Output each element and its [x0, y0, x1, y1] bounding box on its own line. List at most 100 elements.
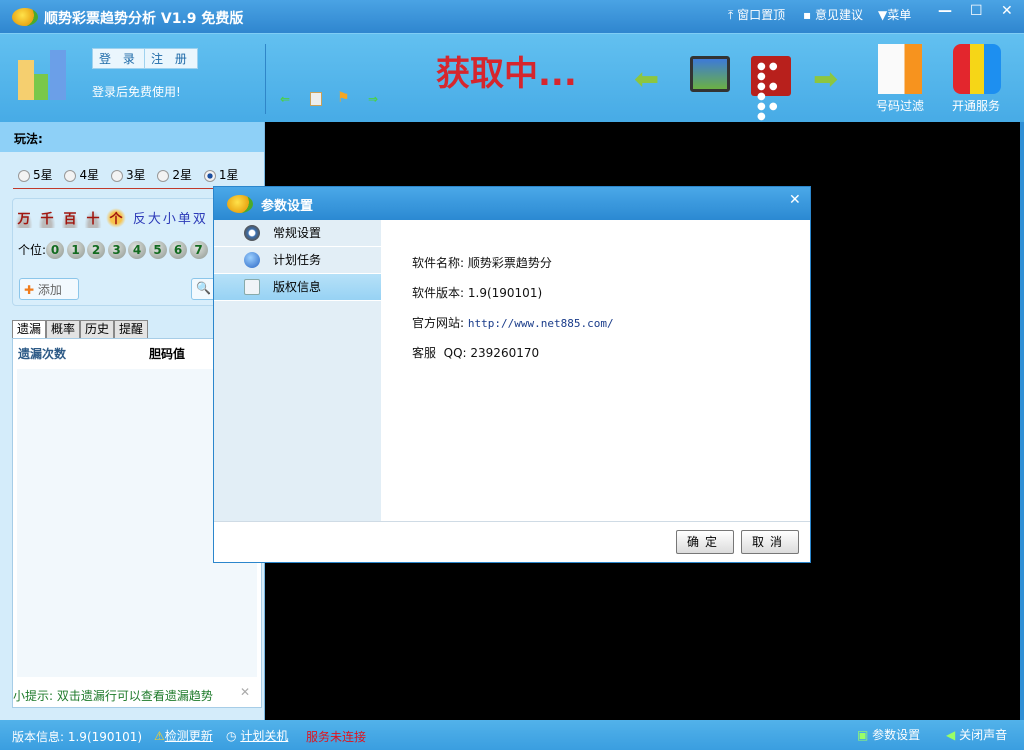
register-button[interactable]: 注 册 — [144, 48, 198, 69]
dialog-header: 参数设置 ✕ — [214, 187, 810, 220]
feedback-label: 意见建议 — [814, 8, 863, 22]
radio-4-star[interactable]: 4星 — [64, 168, 99, 182]
login-button[interactable]: 登 录 — [92, 48, 146, 69]
login-hint: 登录后免费使用! — [92, 85, 181, 99]
radio-3-star[interactable]: 3星 — [110, 168, 146, 182]
close-tip-icon[interactable]: ✕ — [240, 685, 250, 699]
flag-icon[interactable]: ⚑ — [337, 90, 350, 106]
official-site: 官方网站: http://www.net885.com/ — [412, 316, 614, 330]
status-bar: 版本信息: 1.9(190101) ⚠检测更新 ◷ 计划关机 服务未连接 ▣ 参… — [0, 720, 1024, 750]
digit-ball[interactable]: 5 — [148, 241, 167, 259]
digit-ball[interactable]: 0 — [46, 241, 65, 259]
software-name: 软件名称: 顺势彩票趋势分 — [412, 256, 552, 270]
number-filter-button[interactable]: 号码过滤 — [876, 97, 924, 114]
filter-options[interactable]: 反大小单双 — [133, 212, 208, 227]
comment-icon: ▪ — [803, 8, 812, 22]
chevron-down-icon: ▼ — [878, 8, 888, 22]
star-options: 5星 4星 3星 2星 1星 — [18, 166, 239, 183]
nav-copyright-info[interactable]: 版权信息 — [214, 274, 381, 301]
menu-label: 菜单 — [887, 8, 912, 22]
position-row: 万千百十个 反大小单双 — [14, 208, 208, 228]
open-service-button[interactable]: 开通服务 — [952, 97, 1000, 114]
check-update-link[interactable]: ⚠检测更新 — [154, 727, 213, 744]
digit-ball[interactable]: 4 — [128, 241, 147, 259]
next-arrow-icon[interactable]: ⇒ — [368, 92, 378, 106]
dialog-footer: 确定 取消 — [214, 521, 810, 562]
close-button[interactable]: ✕ — [1001, 3, 1013, 19]
support-qq: 客服 QQ: 239260170 — [412, 346, 540, 360]
site-link[interactable]: http://www.net885.com/ — [468, 317, 614, 330]
nav-label: 常规设置 — [273, 226, 322, 240]
digit-ball[interactable]: 1 — [66, 241, 85, 259]
service-bars-icon[interactable] — [953, 44, 1001, 94]
loading-text: 获取中... — [436, 54, 577, 94]
trash-icon[interactable] — [310, 92, 322, 106]
digit-ball[interactable]: 6 — [169, 241, 188, 259]
speaker-icon: ◀ — [946, 728, 956, 742]
digit-label: 个位: — [18, 243, 47, 257]
card-icon — [244, 279, 260, 295]
monitor-icon: ▣ — [857, 728, 869, 742]
search-icon: 🔍 — [196, 281, 211, 295]
monitor-icon[interactable] — [690, 56, 730, 92]
dialog-nav: 常规设置 计划任务 版权信息 — [214, 220, 381, 521]
warning-icon: ⚠ — [154, 729, 165, 743]
tab-omission[interactable]: 遗漏 — [12, 320, 47, 338]
clock-icon: ◷ — [226, 729, 237, 743]
column-omission-count[interactable]: 遗漏次数 — [18, 345, 66, 362]
position-qian[interactable]: 千 — [37, 208, 57, 228]
plus-icon: ✚ — [24, 283, 35, 297]
maximize-button[interactable]: ☐ — [970, 3, 983, 19]
digit-ball[interactable]: 3 — [107, 241, 126, 259]
digit-ball[interactable]: 7 — [189, 241, 208, 259]
add-label: 添加 — [37, 283, 62, 297]
nav-general-settings[interactable]: 常规设置 — [214, 220, 381, 247]
window-title: 顺势彩票趋势分析 V1.9 免费版 — [44, 11, 244, 27]
radio-5-star[interactable]: 5星 — [18, 168, 53, 182]
back-arrow-icon[interactable]: ⬅ — [634, 62, 659, 97]
forward-arrow-icon[interactable]: ➡ — [813, 62, 838, 97]
settings-link[interactable]: ▣ 参数设置 — [857, 726, 920, 743]
feedback-button[interactable]: ▪ 意见建议 — [803, 6, 863, 23]
nav-scheduled-tasks[interactable]: 计划任务 — [214, 247, 381, 274]
dialog-close-button[interactable]: ✕ — [789, 192, 801, 208]
balls-grid-icon[interactable]: ● ● ● ● ● ● ● ● ● — [751, 56, 791, 122]
schedule-shutdown-link[interactable]: ◷ 计划关机 — [226, 727, 288, 744]
tab-probability[interactable]: 概率 — [46, 320, 81, 338]
digit-ball[interactable]: 2 — [87, 241, 106, 259]
tab-reminder[interactable]: 提醒 — [114, 320, 149, 338]
gear-icon — [244, 225, 260, 241]
radio-2-star[interactable]: 2星 — [157, 168, 192, 182]
clock-icon — [244, 252, 260, 268]
minimize-button[interactable]: — — [938, 3, 952, 19]
ok-button[interactable]: 确定 — [676, 530, 734, 554]
position-bai[interactable]: 百 — [60, 208, 80, 228]
version-info: 版本信息: 1.9(190101) — [12, 730, 143, 744]
settings-dialog: 参数设置 ✕ 常规设置 计划任务 版权信息 软件名称: 顺势彩票趋势分 软件版本… — [213, 186, 811, 563]
tabs: 遗漏 概率 历史 提醒 — [12, 320, 149, 338]
menu-button[interactable]: ▼菜单 — [878, 6, 911, 23]
position-wan[interactable]: 万 — [14, 208, 34, 228]
chart-logo-icon — [16, 48, 76, 108]
title-bar: 顺势彩票趋势分析 V1.9 免费版 ⤒ 窗口置顶 ▪ 意见建议 ▼菜单 — ☐ … — [0, 0, 1024, 33]
app-logo-icon — [12, 8, 38, 26]
tip-text: 小提示: 双击遗漏行可以查看遗漏趋势 — [13, 689, 213, 703]
radio-1-star[interactable]: 1星 — [203, 168, 239, 182]
nav-label: 计划任务 — [273, 253, 322, 267]
prev-arrow-icon[interactable]: ⇐ — [280, 92, 290, 106]
pin-label: 窗口置顶 — [737, 8, 786, 22]
clipboard-icon[interactable] — [878, 44, 922, 94]
digit-row: 个位: 0 1 2 3 4 5 6 7 — [18, 241, 210, 259]
toolbar: 登 录 注 册 登录后免费使用! ⇐ ⚑ ⇒ 获取中... ⬅ ● ● ● ● ●… — [0, 33, 1024, 122]
pin-icon: ⤒ — [728, 8, 734, 22]
pin-window-button[interactable]: ⤒ 窗口置顶 — [728, 6, 785, 23]
nav-label: 版权信息 — [273, 280, 322, 294]
position-shi[interactable]: 十 — [83, 208, 103, 228]
app-logo-icon — [227, 195, 253, 213]
cancel-button[interactable]: 取消 — [741, 530, 799, 554]
column-bold-value[interactable]: 胆码值 — [149, 345, 185, 362]
tab-history[interactable]: 历史 — [80, 320, 115, 338]
position-ge[interactable]: 个 — [106, 208, 126, 228]
mute-link[interactable]: ◀ 关闭声音 — [946, 726, 1007, 743]
add-button[interactable]: ✚ 添加 — [19, 278, 79, 300]
